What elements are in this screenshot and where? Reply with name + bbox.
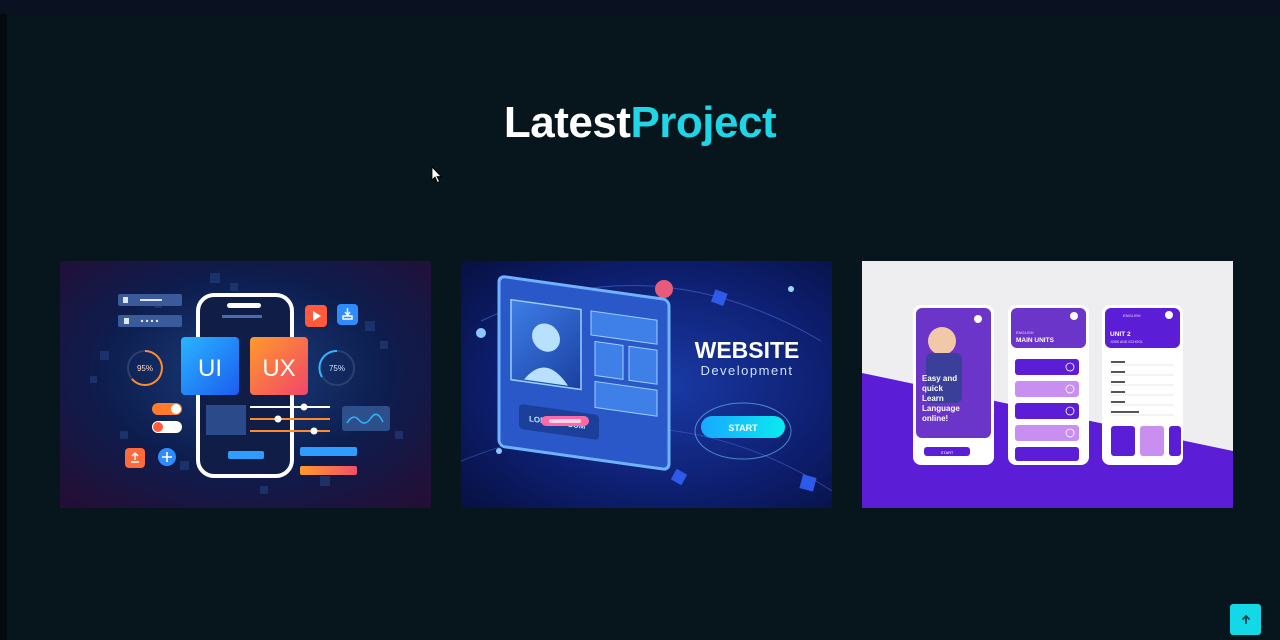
- website-headline: WEBSITE: [695, 337, 800, 363]
- back-to-top-button[interactable]: [1230, 604, 1261, 635]
- tagline-line-1: Easy and: [922, 374, 957, 383]
- language-app-illustration: Easy and quick Learn Language online! ST…: [862, 261, 1233, 508]
- title-part-project: Project: [630, 98, 777, 147]
- gauge-75-label: 75%: [329, 364, 345, 373]
- screen3-title: UNIT 2: [1110, 331, 1131, 338]
- ui-ux-illustration: 95% 75% UI UX: [60, 261, 431, 508]
- tagline-line-3: Learn: [922, 394, 944, 403]
- gauge-95-label: 95%: [137, 364, 153, 373]
- mouse-cursor-icon: [431, 166, 442, 184]
- screen3-header: ENGLISH: [1123, 313, 1141, 318]
- arrow-up-icon: [1241, 614, 1250, 624]
- project-card-language-app[interactable]: Easy and quick Learn Language online! ST…: [862, 261, 1233, 508]
- project-card-website-development[interactable]: LOREM IPSUM WEBSITE Development START: [461, 261, 832, 508]
- ux-badge: UX: [262, 355, 295, 382]
- screen2-kicker: ENGLISH: [1016, 330, 1034, 335]
- development-subline: Development: [700, 363, 793, 378]
- tagline-line-5: online!: [922, 414, 948, 423]
- section-title: LatestProject: [0, 98, 1280, 148]
- tagline-line-4: Language: [922, 404, 960, 413]
- screen2-title: MAIN UNITS: [1016, 337, 1055, 344]
- project-card-ui-ux[interactable]: 95% 75% UI UX: [60, 261, 431, 508]
- website-development-illustration: LOREM IPSUM WEBSITE Development START: [461, 261, 832, 508]
- screen3-subtitle: JOBS AND SCHOOL: [1110, 340, 1143, 344]
- start-mini-button: START: [941, 450, 954, 455]
- start-button-label: START: [728, 423, 758, 433]
- top-bar: [0, 0, 1280, 14]
- tagline-line-2: quick: [922, 384, 943, 393]
- title-part-latest: Latest: [503, 98, 631, 147]
- ui-badge: UI: [198, 355, 222, 382]
